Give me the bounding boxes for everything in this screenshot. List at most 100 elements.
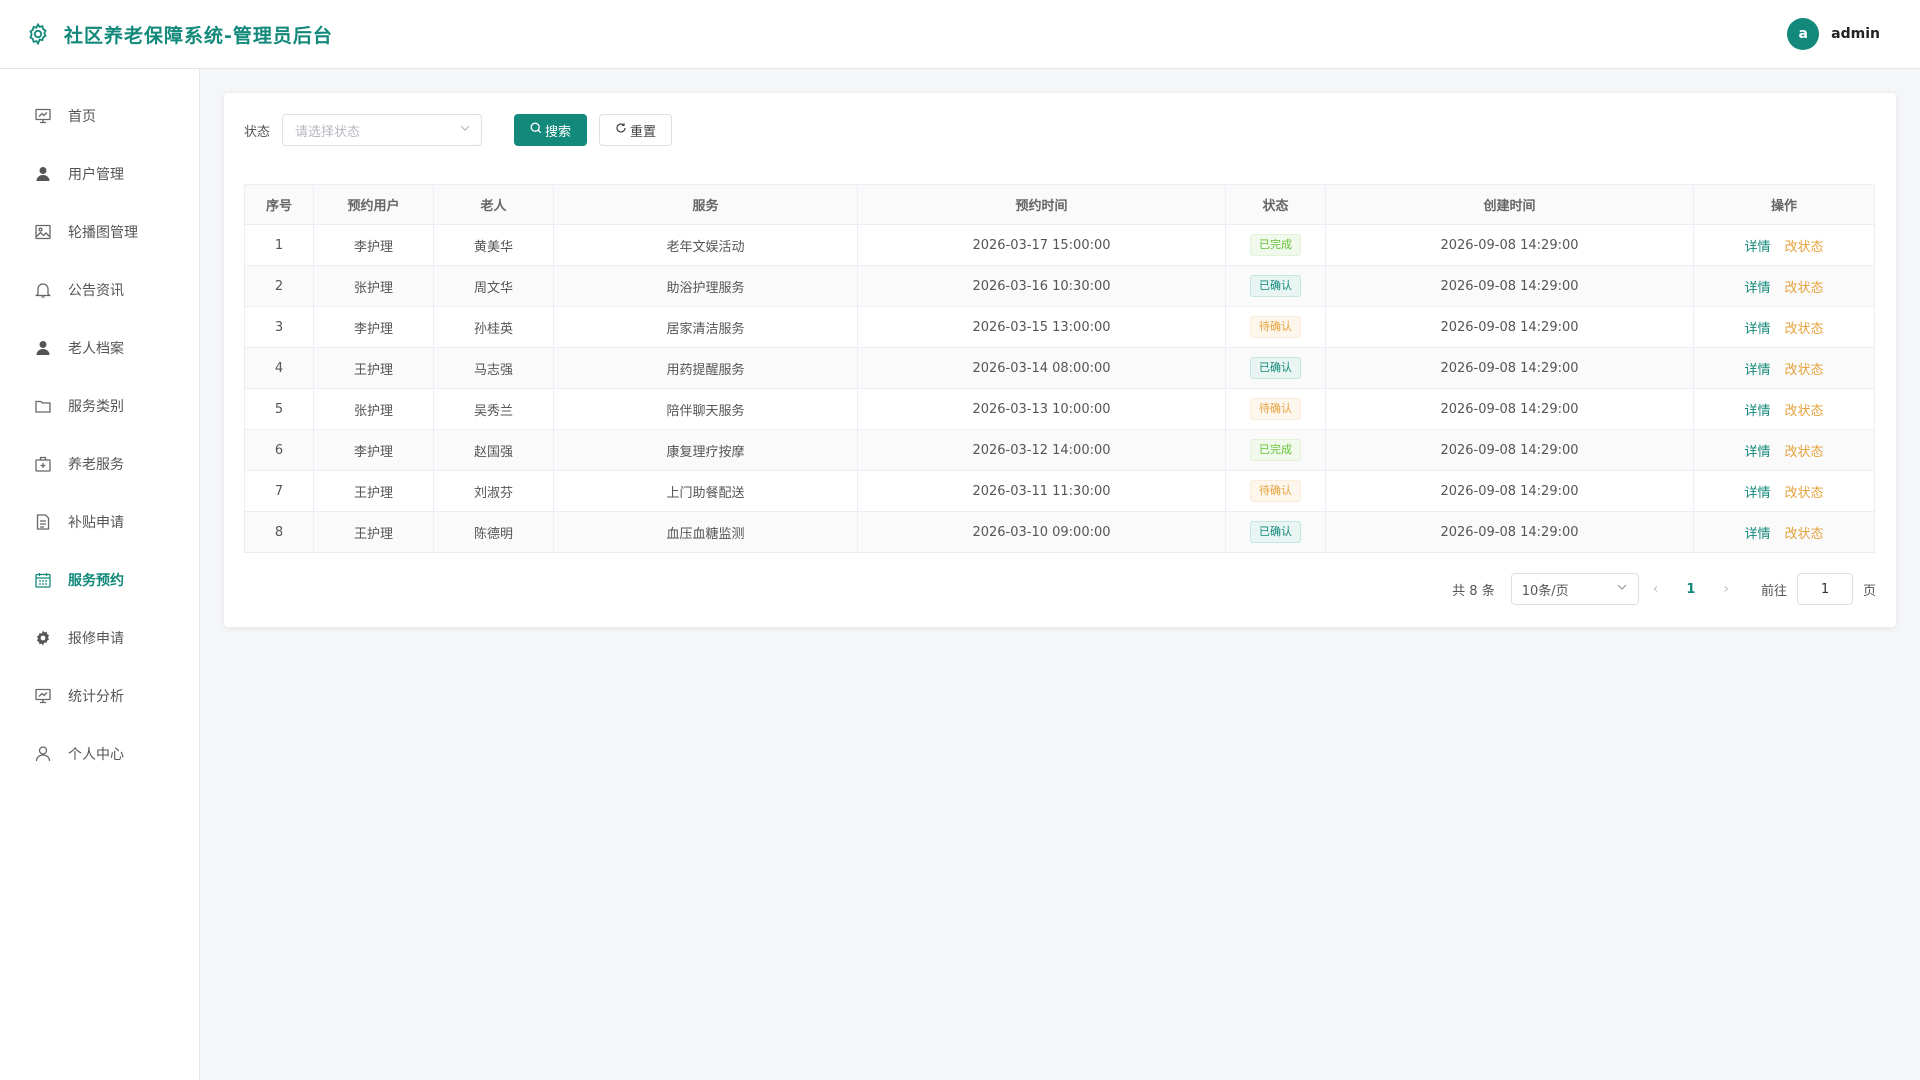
cell-status: 已完成 [1225, 224, 1326, 266]
cell-service: 助浴护理服务 [553, 265, 858, 307]
user-filled-icon [34, 165, 52, 183]
sidebar-item-label: 轮播图管理 [68, 225, 138, 241]
folder-icon [34, 397, 52, 415]
cell-service: 陪伴聊天服务 [553, 388, 858, 430]
change-status-link[interactable]: 改状态 [1785, 363, 1824, 378]
detail-link[interactable]: 详情 [1744, 363, 1770, 378]
cell-actions: 详情 改状态 [1693, 470, 1875, 512]
chart-board-icon [34, 107, 52, 125]
change-status-link[interactable]: 改状态 [1785, 527, 1824, 542]
sidebar-item[interactable]: 用户管理 [0, 145, 199, 203]
table-row: 2 张护理 周文华 助浴护理服务 2026-03-16 10:30:00 已确认 2026-… [244, 265, 1875, 307]
column-header: 预约用户 [313, 184, 434, 225]
sidebar-item[interactable]: 轮播图管理 [0, 203, 199, 261]
cell-index: 6 [244, 429, 314, 471]
user-icon [34, 745, 52, 763]
sidebar-item-label: 服务预约 [68, 573, 124, 589]
cell-user: 李护理 [313, 306, 434, 348]
avatar[interactable]: a [1787, 18, 1820, 50]
detail-link[interactable]: 详情 [1744, 322, 1770, 337]
cell-created-time: 2026-09-08 14:29:00 [1325, 306, 1694, 348]
sidebar-item[interactable]: 养老服务 [0, 435, 199, 493]
status-select[interactable]: 请选择状态 [282, 114, 483, 146]
change-status-link[interactable]: 改状态 [1785, 281, 1824, 296]
sidebar-item[interactable]: 老人档案 [0, 319, 199, 377]
page-size-value: 10条/页 [1521, 583, 1569, 599]
cell-service: 血压血糖监测 [553, 511, 858, 553]
change-status-link[interactable]: 改状态 [1785, 445, 1824, 460]
table-row: 1 李护理 黄美华 老年文娱活动 2026-03-17 15:00:00 已完成 2026-… [244, 224, 1875, 266]
app-title: 社区养老保障系统-管理员后台 [64, 24, 333, 47]
cell-actions: 详情 改状态 [1693, 511, 1875, 553]
cell-index: 4 [244, 347, 314, 389]
sidebar-item[interactable]: 个人中心 [0, 725, 199, 783]
sidebar-item[interactable]: 公告资讯 [0, 261, 199, 319]
cell-appointment-time: 2026-03-12 14:00:00 [857, 429, 1226, 471]
username[interactable]: admin [1831, 26, 1880, 42]
change-status-link[interactable]: 改状态 [1785, 486, 1824, 501]
cell-elder: 孙桂英 [433, 306, 554, 348]
cell-created-time: 2026-09-08 14:29:00 [1325, 388, 1694, 430]
change-status-link[interactable]: 改状态 [1785, 240, 1824, 255]
next-page-icon[interactable]: › [1723, 581, 1729, 597]
document-icon [34, 513, 52, 531]
prev-page-icon[interactable]: ‹ [1653, 581, 1659, 597]
cell-service: 上门助餐配送 [553, 470, 858, 512]
cell-elder: 刘淑芬 [433, 470, 554, 512]
change-status-link[interactable]: 改状态 [1785, 404, 1824, 419]
sidebar-item[interactable]: 报修申请 [0, 609, 199, 667]
cell-actions: 详情 改状态 [1693, 429, 1875, 471]
detail-link[interactable]: 详情 [1744, 486, 1770, 501]
chevron-down-icon [459, 122, 471, 138]
cell-status: 待确认 [1225, 470, 1326, 512]
reset-button[interactable]: 重置 [599, 114, 673, 146]
search-button[interactable]: 搜索 [514, 114, 588, 146]
cell-actions: 详情 改状态 [1693, 306, 1875, 348]
table-row: 7 王护理 刘淑芬 上门助餐配送 2026-03-11 11:30:00 待确认 2026-… [244, 470, 1875, 512]
column-header: 操作 [1693, 184, 1875, 225]
detail-link[interactable]: 详情 [1744, 527, 1770, 542]
cell-appointment-time: 2026-03-10 09:00:00 [857, 511, 1226, 553]
sidebar-item[interactable]: 首页 [0, 87, 199, 145]
change-status-link[interactable]: 改状态 [1785, 322, 1824, 337]
cell-index: 2 [244, 265, 314, 307]
search-button-label: 搜索 [545, 124, 572, 140]
cell-index: 1 [244, 224, 314, 266]
status-badge: 已确认 [1250, 275, 1301, 297]
cell-elder: 马志强 [433, 347, 554, 389]
detail-link[interactable]: 详情 [1744, 445, 1770, 460]
detail-link[interactable]: 详情 [1744, 404, 1770, 419]
pagination-total: 共 8 条 [1452, 583, 1495, 599]
gear-icon [26, 22, 50, 46]
brand: 社区养老保障系统-管理员后台 [26, 21, 333, 48]
sidebar-item[interactable]: 补贴申请 [0, 493, 199, 551]
column-header: 状态 [1225, 184, 1326, 225]
cell-user: 王护理 [313, 347, 434, 389]
sidebar-item-label: 用户管理 [68, 167, 124, 183]
cell-created-time: 2026-09-08 14:29:00 [1325, 429, 1694, 471]
cell-elder: 陈德明 [433, 511, 554, 553]
cell-elder: 赵国强 [433, 429, 554, 471]
table-row: 6 李护理 赵国强 康复理疗按摩 2026-03-12 14:00:00 已完成 2026-… [244, 429, 1875, 471]
status-select-placeholder: 请选择状态 [295, 124, 361, 140]
cell-appointment-time: 2026-03-11 11:30:00 [857, 470, 1226, 512]
sidebar-item-label: 公告资讯 [68, 283, 124, 299]
cell-user: 王护理 [313, 470, 434, 512]
cell-actions: 详情 改状态 [1693, 265, 1875, 307]
sidebar-item[interactable]: 服务类别 [0, 377, 199, 435]
sidebar-item[interactable]: 服务预约 [0, 551, 199, 609]
detail-link[interactable]: 详情 [1744, 281, 1770, 296]
sidebar-item[interactable]: 统计分析 [0, 667, 199, 725]
status-badge: 已完成 [1250, 234, 1301, 256]
sidebar: 首页用户管理轮播图管理公告资讯老人档案 服务类别 养老服务 补贴申请服务预约报修申请统… [0, 69, 200, 1080]
status-badge: 已确认 [1250, 521, 1301, 543]
status-badge: 待确认 [1250, 480, 1301, 502]
page-number-current[interactable]: 1 [1686, 582, 1695, 597]
detail-link[interactable]: 详情 [1744, 240, 1770, 255]
goto-page-input[interactable] [1796, 573, 1853, 605]
cell-user: 李护理 [313, 429, 434, 471]
page-size-select[interactable]: 10条/页 [1510, 573, 1639, 605]
cell-appointment-time: 2026-03-14 08:00:00 [857, 347, 1226, 389]
user-menu[interactable]: a admin [1787, 18, 1880, 50]
column-header: 创建时间 [1325, 184, 1694, 225]
